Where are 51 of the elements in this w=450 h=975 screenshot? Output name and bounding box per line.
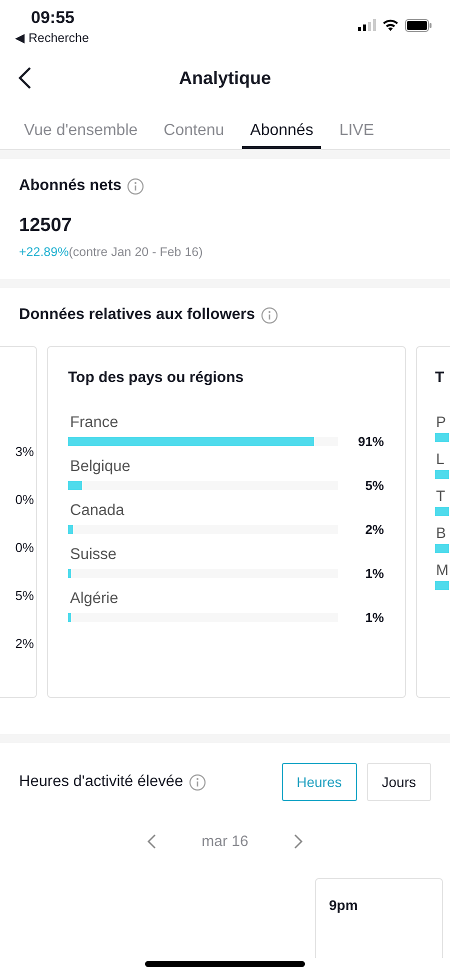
section-title: Données relatives aux followers bbox=[19, 306, 256, 324]
percent-value: 0% bbox=[15, 539, 34, 557]
percent-value: 5% bbox=[364, 478, 384, 493]
bar-fill bbox=[435, 433, 449, 442]
tab[interactable]: Vue d'ensemble bbox=[16, 106, 146, 149]
percent-value: 1% bbox=[364, 610, 384, 625]
percent-value: 3% bbox=[15, 443, 34, 461]
info-icon[interactable] bbox=[189, 774, 206, 790]
city-name: T bbox=[436, 488, 446, 505]
section-title: Heures d'activité élevée bbox=[19, 773, 184, 791]
percent-value: 91% bbox=[356, 434, 384, 449]
card-title: Top des pays ou régions bbox=[68, 369, 245, 386]
percent-value: 0% bbox=[15, 491, 34, 509]
section-title: Abonnés nets bbox=[19, 177, 122, 195]
city-name: B bbox=[436, 525, 446, 542]
country-name: Algérie bbox=[70, 590, 120, 608]
country-name: Suisse bbox=[70, 546, 118, 564]
country-name: Belgique bbox=[70, 458, 132, 476]
page-title: Analytique bbox=[178, 68, 271, 88]
bar-fill bbox=[435, 470, 449, 479]
percent-value: 1% bbox=[364, 566, 384, 581]
chevron-left-icon[interactable] bbox=[146, 834, 156, 849]
city-name: M bbox=[436, 562, 448, 579]
info-icon[interactable] bbox=[127, 178, 144, 194]
chevron-right-icon[interactable] bbox=[294, 834, 304, 849]
country-name: Canada bbox=[70, 502, 126, 520]
country-name: France bbox=[70, 414, 120, 432]
bar-fill bbox=[435, 581, 449, 590]
change-text: +22.89%(contre Jan 20 - Feb 16) bbox=[19, 245, 204, 259]
battery-icon bbox=[405, 18, 432, 32]
bar-fill bbox=[435, 507, 449, 516]
percent-value: 2% bbox=[364, 522, 384, 537]
wifi-icon bbox=[382, 19, 399, 31]
tab[interactable]: LIVE bbox=[331, 106, 382, 149]
percent-value: 2% bbox=[15, 635, 34, 653]
toggle-button[interactable]: Heures bbox=[282, 763, 357, 801]
back-to-app-link[interactable]: ◀ Recherche bbox=[15, 30, 89, 45]
card-title: T bbox=[435, 369, 444, 386]
percent-value: 5% bbox=[15, 587, 34, 605]
signal-icon bbox=[358, 19, 376, 31]
city-name: L bbox=[436, 451, 444, 468]
status-time: 09:55 bbox=[30, 8, 76, 28]
net-followers-value: 12507 bbox=[19, 215, 73, 237]
city-name: P bbox=[436, 414, 446, 431]
date-label: mar 16 bbox=[202, 833, 248, 850]
tab[interactable]: Contenu bbox=[156, 106, 232, 149]
back-icon[interactable] bbox=[18, 66, 32, 90]
info-icon[interactable] bbox=[261, 306, 278, 324]
hour-label: 9pm bbox=[329, 897, 358, 913]
bar-fill bbox=[435, 544, 449, 553]
toggle-button[interactable]: Jours bbox=[366, 763, 431, 801]
